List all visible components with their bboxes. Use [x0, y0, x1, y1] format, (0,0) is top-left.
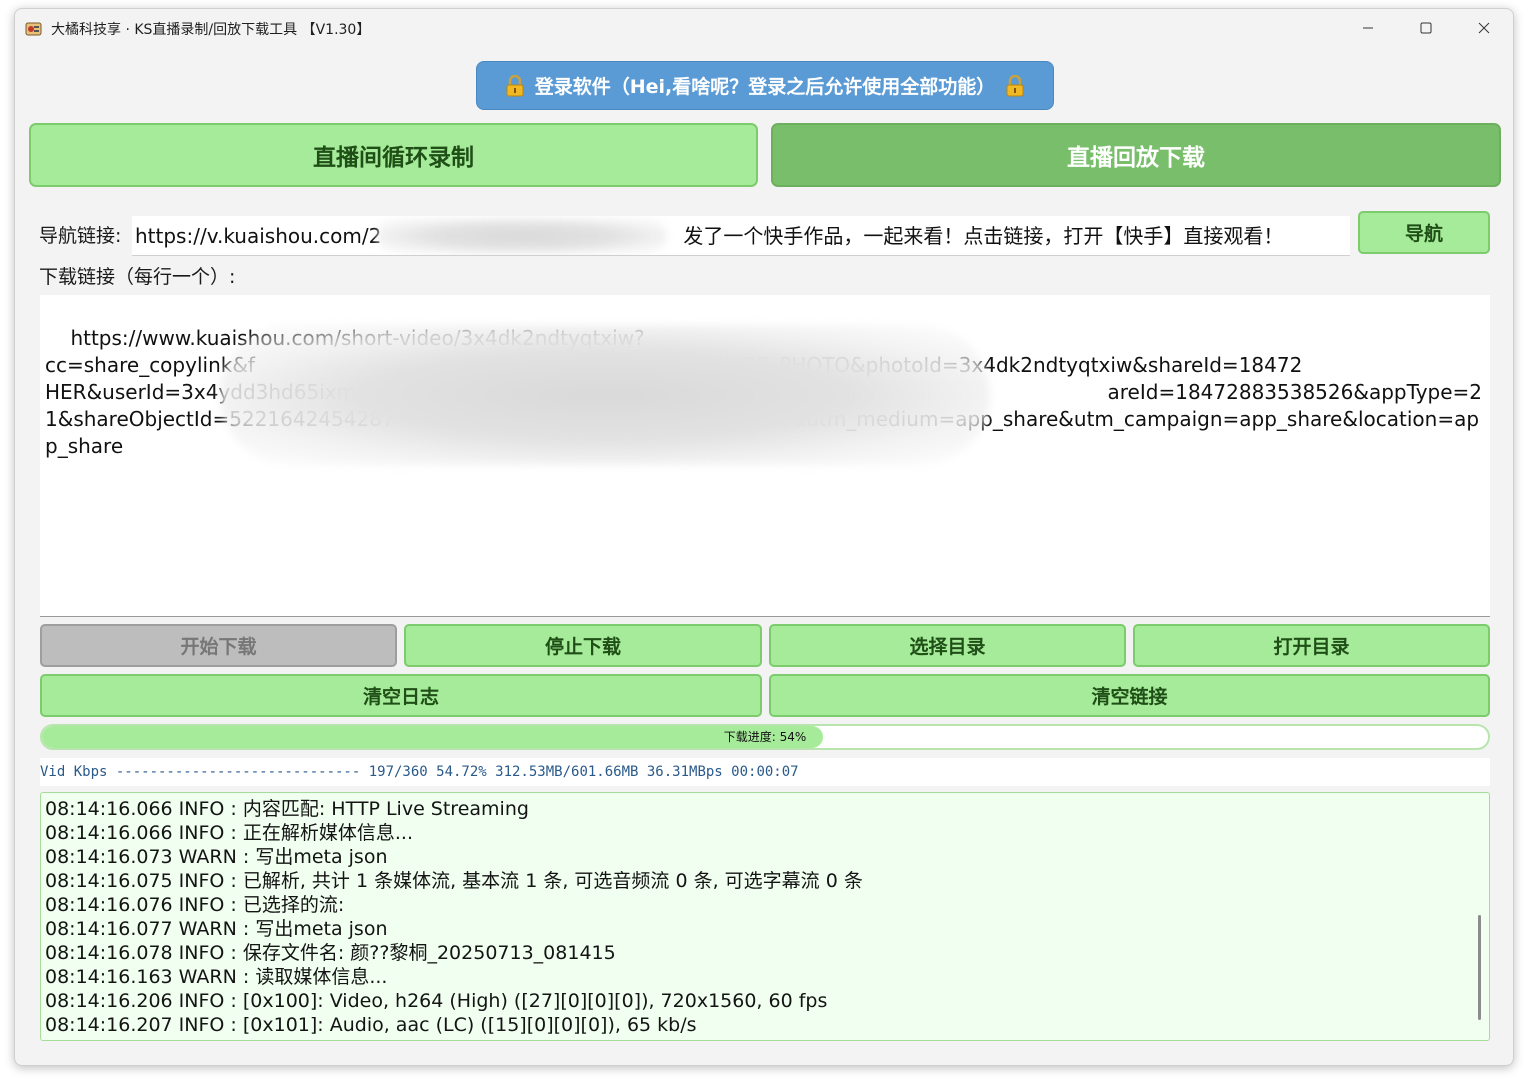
- close-button[interactable]: [1461, 13, 1507, 43]
- log-line: 08:14:16.075 INFO : 已解析, 共计 1 条媒体流, 基本流 …: [45, 870, 863, 892]
- nav-link-label: 导航链接:: [39, 225, 122, 247]
- clear-links-button[interactable]: 清空链接: [769, 674, 1490, 717]
- login-button[interactable]: 登录软件（Hei,看啥呢？登录之后允许使用全部功能）: [476, 61, 1054, 110]
- redaction-blur: [220, 325, 990, 465]
- start-download-label: 开始下载: [180, 636, 257, 658]
- clear-log-label: 清空日志: [362, 686, 439, 708]
- choose-directory-button[interactable]: 选择目录: [769, 624, 1126, 667]
- minimize-button[interactable]: [1345, 13, 1391, 43]
- log-line: 08:14:16.163 WARN : 读取媒体信息...: [45, 966, 388, 988]
- log-line: 08:14:16.076 INFO : 已选择的流:: [45, 894, 345, 916]
- title-bar: 大橘科技享 · KS直播录制/回放下载工具 【V1.30】: [15, 9, 1513, 47]
- log-line: 08:14:16.066 INFO : 正在解析媒体信息...: [45, 822, 413, 844]
- open-directory-label: 打开目录: [1273, 636, 1350, 658]
- tab-label: 直播回放下载: [1067, 145, 1205, 171]
- clear-links-label: 清空链接: [1091, 686, 1168, 708]
- tab-live-recording[interactable]: 直播间循环录制: [29, 123, 758, 187]
- tab-label: 直播间循环录制: [313, 145, 474, 171]
- lock-icon: [506, 74, 524, 96]
- nav-link-input[interactable]: https://v.kuaishou.com/2 发了一个快手作品，一起来看！点击…: [132, 216, 1350, 256]
- nav-link-suffix: 发了一个快手作品，一起来看！点击链接，打开【快手】直接观看！: [683, 224, 1284, 248]
- window-title: 大橘科技享 · KS直播录制/回放下载工具 【V1.30】: [51, 22, 371, 38]
- log-lines: 08:14:16.066 INFO : 内容匹配: HTTP Live Stre…: [45, 797, 1469, 1037]
- login-button-label: 登录软件（Hei,看啥呢？登录之后允许使用全部功能）: [534, 76, 996, 98]
- log-panel[interactable]: 08:14:16.066 INFO : 内容匹配: HTTP Live Stre…: [40, 792, 1490, 1041]
- redaction-blur: [377, 218, 667, 254]
- choose-directory-label: 选择目录: [909, 636, 986, 658]
- stop-download-button[interactable]: 停止下载: [404, 624, 762, 667]
- nav-link-prefix: https://v.kuaishou.com/2: [135, 224, 382, 248]
- log-line: 08:14:16.077 WARN : 写出meta json: [45, 918, 388, 940]
- log-line: 08:14:16.066 INFO : 内容匹配: HTTP Live Stre…: [45, 798, 529, 820]
- maximize-button[interactable]: [1403, 13, 1449, 43]
- log-line: 08:14:16.078 INFO : 保存文件名: 颜??黎桐_2025071…: [45, 942, 616, 964]
- tab-playback-download[interactable]: 直播回放下载: [771, 123, 1501, 187]
- minimize-icon: [1363, 27, 1373, 29]
- stop-download-label: 停止下载: [544, 636, 621, 658]
- download-status-line: Vid Kbps ----------------------------- 1…: [40, 758, 1490, 786]
- navigate-button-label: 导航: [1404, 223, 1443, 245]
- log-line: 08:14:16.073 WARN : 写出meta json: [45, 846, 388, 868]
- app-window: 大橘科技享 · KS直播录制/回放下载工具 【V1.30】 登录软件（Hei,看…: [14, 8, 1514, 1066]
- log-scrollbar[interactable]: [1478, 915, 1481, 1020]
- download-progress-bar: 下载进度: 54%: [40, 724, 1490, 750]
- app-logo-icon: [25, 22, 42, 36]
- download-links-textarea[interactable]: https://www.kuaishou.com/short-video/3x4…: [40, 295, 1490, 617]
- close-icon: [1478, 22, 1490, 34]
- navigate-button[interactable]: 导航: [1358, 211, 1490, 254]
- lock-icon: [1006, 74, 1024, 96]
- open-directory-button[interactable]: 打开目录: [1133, 624, 1490, 667]
- download-links-label: 下载链接（每行一个）:: [39, 266, 236, 288]
- progress-label: 下载进度: 54%: [723, 730, 807, 744]
- log-line: 08:14:16.207 INFO : [0x101]: Audio, aac …: [45, 1014, 697, 1036]
- log-line: 08:14:16.206 INFO : [0x100]: Video, h264…: [45, 990, 828, 1012]
- start-download-button[interactable]: 开始下载: [40, 624, 397, 667]
- clear-log-button[interactable]: 清空日志: [40, 674, 762, 717]
- maximize-icon: [1420, 22, 1432, 34]
